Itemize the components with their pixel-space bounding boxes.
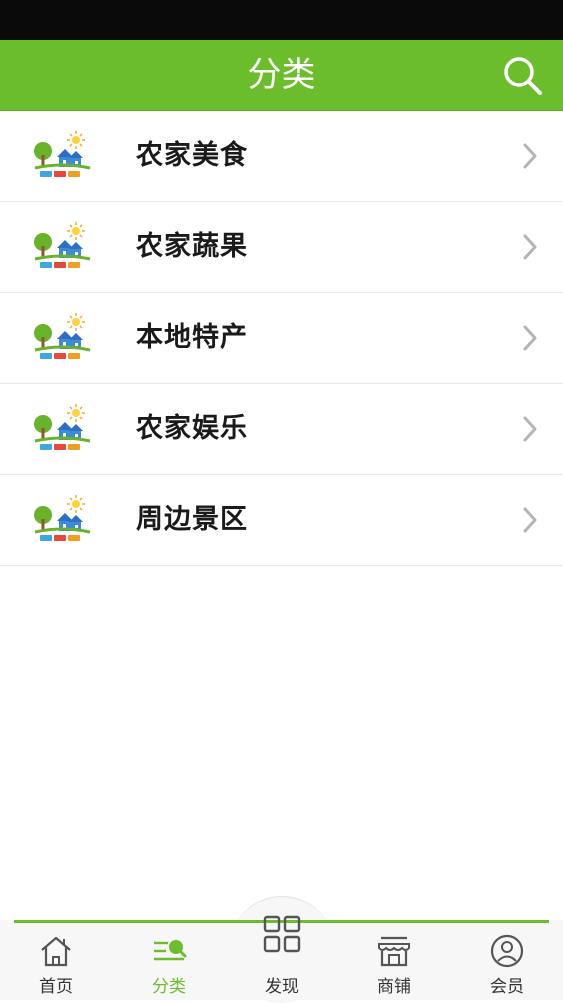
farm-logo-icon xyxy=(34,131,91,177)
tab-discover[interactable]: 发现 xyxy=(237,915,327,1000)
search-icon xyxy=(504,57,542,95)
tab-category[interactable]: 分类 xyxy=(124,920,214,1000)
farm-logo-icon xyxy=(34,313,91,359)
category-row-food[interactable]: 农家美食 xyxy=(0,111,563,202)
chevron-right-icon xyxy=(523,416,537,442)
tab-label: 商铺 xyxy=(377,977,411,997)
bottom-tabbar: 首页 分类 发现 商铺 会员 xyxy=(0,915,563,1000)
category-label: 本地特产 xyxy=(136,322,248,353)
tab-member[interactable]: 会员 xyxy=(462,920,552,1000)
category-label: 农家蔬果 xyxy=(136,231,248,262)
category-label: 农家美食 xyxy=(136,140,248,171)
category-row-vegetables[interactable]: 农家蔬果 xyxy=(0,202,563,293)
category-row-scenic[interactable]: 周边景区 xyxy=(0,475,563,566)
category-row-specialties[interactable]: 本地特产 xyxy=(0,293,563,384)
category-icon xyxy=(154,940,187,961)
category-list: 农家美食 农家蔬果 本地特产 农家娱乐 周边景区 xyxy=(0,111,563,566)
shop-icon xyxy=(378,936,410,967)
category-row-entertainment[interactable]: 农家娱乐 xyxy=(0,384,563,475)
home-icon xyxy=(41,936,71,967)
farm-logo-icon xyxy=(34,404,91,450)
app-header: 分类 xyxy=(0,40,563,111)
category-label: 农家娱乐 xyxy=(136,413,248,444)
chevron-right-icon xyxy=(523,507,537,533)
chevron-right-icon xyxy=(523,234,537,260)
tab-label: 会员 xyxy=(490,977,524,997)
chevron-right-icon xyxy=(523,325,537,351)
farm-logo-icon xyxy=(34,495,91,541)
tab-label: 首页 xyxy=(39,977,73,997)
tab-label: 分类 xyxy=(152,977,186,997)
grid-icon xyxy=(263,915,301,953)
chevron-right-icon xyxy=(523,143,537,169)
search-button[interactable] xyxy=(501,54,545,98)
tab-home[interactable]: 首页 xyxy=(11,920,101,1000)
tab-shop[interactable]: 商铺 xyxy=(349,920,439,1000)
status-bar xyxy=(0,0,563,40)
farm-logo-icon xyxy=(34,222,91,268)
page-title: 分类 xyxy=(247,55,316,95)
user-icon xyxy=(490,934,524,968)
category-label: 周边景区 xyxy=(136,504,248,535)
tab-label: 发现 xyxy=(265,977,299,997)
